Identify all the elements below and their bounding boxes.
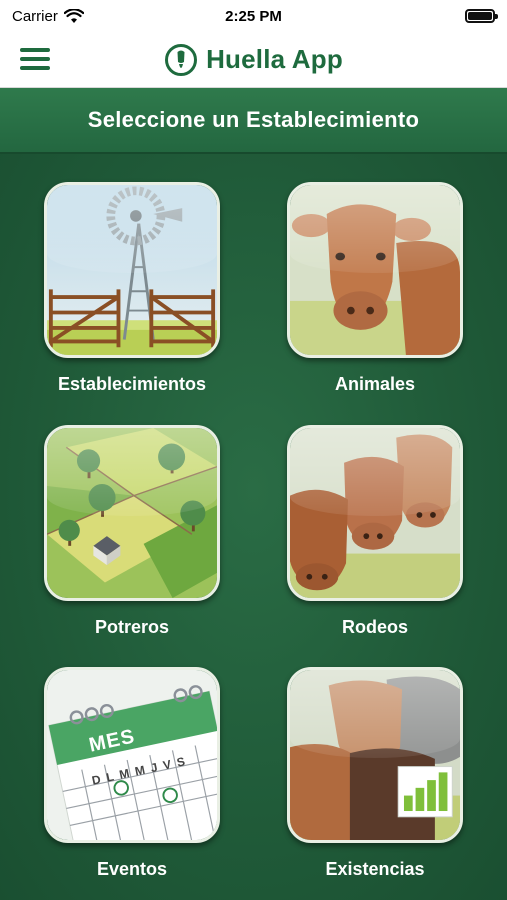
tile-existencias[interactable]: Existencias (275, 667, 475, 880)
tile-rodeos[interactable]: Rodeos (275, 425, 475, 638)
tile-grid: Establecimientos Animales Potreros Rodeo… (0, 154, 507, 900)
tile-label: Existencias (325, 859, 425, 879)
windmill-gate-illustration (44, 182, 220, 358)
tile-label: Establecimientos (57, 374, 207, 394)
calendar-day: J (149, 760, 159, 776)
huella-footprint-logo-icon (165, 43, 198, 76)
tile-potreros[interactable]: Potreros (32, 425, 232, 638)
tile-animales[interactable]: Animales (275, 182, 475, 395)
calendar-day: M (133, 762, 147, 779)
tile-establecimientos[interactable]: Establecimientos (32, 182, 232, 395)
menu-line (20, 66, 50, 70)
carrier-label: Carrier (12, 7, 58, 25)
herd-of-cows-illustration (287, 425, 463, 601)
calendar-day: L (104, 769, 116, 785)
app-title: Huella App (206, 44, 343, 74)
status-bar: Carrier 2:25 PM (0, 0, 507, 32)
menu-line (20, 57, 50, 61)
tile-eventos[interactable]: MES D L M M J V S Eventos (32, 667, 232, 880)
calendar-day: M (117, 766, 131, 782)
cattle-stock-chart-illustration (287, 667, 463, 843)
wifi-icon (63, 8, 84, 23)
menu-line (20, 48, 50, 52)
cow-head-illustration (287, 182, 463, 358)
tile-label: Animales (334, 374, 416, 394)
tile-label: Potreros (94, 617, 170, 637)
battery-icon (465, 9, 498, 23)
fenced-pastures-illustration (44, 425, 220, 601)
section-header: Seleccione un Establecimiento (0, 88, 507, 154)
navigation-bar: Huella App (0, 32, 507, 88)
calendar-day: V (161, 757, 173, 773)
tile-label: Rodeos (341, 617, 408, 637)
brand: Huella App (164, 43, 343, 77)
hamburger-menu-icon[interactable] (20, 45, 50, 73)
page-title: Seleccione un Establecimiento (87, 107, 420, 132)
battery-level (468, 12, 492, 20)
calendar-illustration: MES D L M M J V S (44, 667, 220, 843)
status-left: Carrier (12, 8, 84, 25)
calendar-day: D (90, 772, 102, 788)
tile-label: Eventos (96, 859, 168, 879)
